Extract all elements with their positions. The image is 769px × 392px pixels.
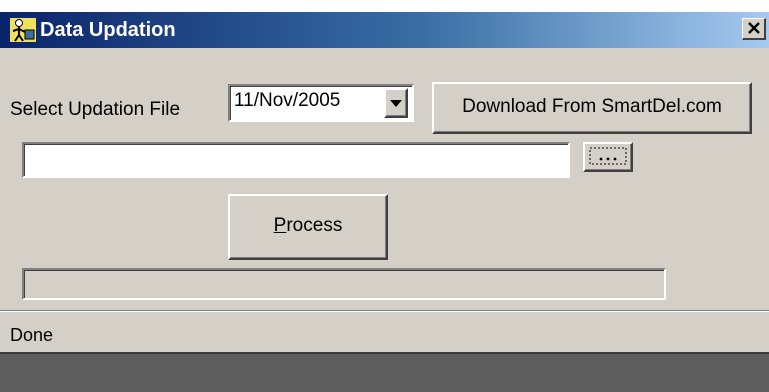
browse-button[interactable] xyxy=(583,142,633,172)
download-button[interactable]: Download From SmartDel.com xyxy=(432,82,752,134)
close-button[interactable] xyxy=(742,18,766,40)
background-area xyxy=(0,352,769,392)
download-button-label: Download From SmartDel.com xyxy=(462,96,722,117)
process-button-label: Process xyxy=(273,215,343,236)
data-updation-window: Data Updation Select Updation File 11/No… xyxy=(0,12,769,392)
person-icon xyxy=(10,18,36,42)
status-bar: Done xyxy=(0,310,769,351)
date-combobox[interactable]: 11/Nov/2005 xyxy=(228,84,414,122)
file-path-input[interactable] xyxy=(22,142,570,178)
page: Data Updation Select Updation File 11/No… xyxy=(0,0,769,392)
window-title: Data Updation xyxy=(40,19,176,41)
progress-bar xyxy=(22,268,666,300)
select-updation-file-label: Select Updation File xyxy=(10,99,181,120)
title-bar[interactable]: Data Updation xyxy=(0,12,769,48)
status-text: Done xyxy=(10,325,54,345)
process-button[interactable]: Process xyxy=(228,194,388,260)
dropdown-button[interactable] xyxy=(384,88,408,118)
date-value: 11/Nov/2005 xyxy=(234,90,341,111)
